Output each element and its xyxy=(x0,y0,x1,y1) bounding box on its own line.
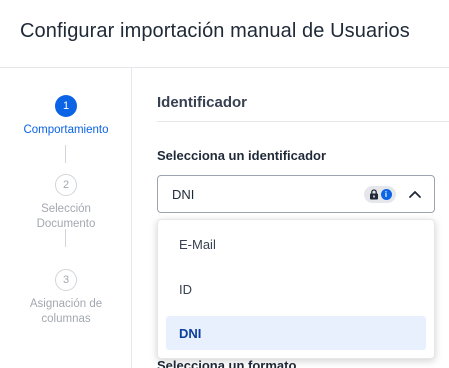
stepper: 1 Comportamiento 2 Selección Documento 3… xyxy=(0,68,132,368)
step-number: 1 xyxy=(55,95,77,117)
step-label: Comportamiento xyxy=(23,124,109,136)
option-label: E-Mail xyxy=(179,237,216,252)
chevron-up-icon[interactable] xyxy=(408,189,422,199)
identifier-dropdown-menu: E-Mail ID DNI xyxy=(157,219,435,359)
info-icon: i xyxy=(380,189,392,200)
identifier-select[interactable]: DNI i xyxy=(157,175,435,213)
dialog-header: Configurar importación manual de Usuario… xyxy=(0,0,449,68)
select-value: DNI xyxy=(172,187,195,202)
option-id[interactable]: ID xyxy=(166,272,426,306)
format-field-label: Selecciona un formato xyxy=(157,358,297,368)
step-label: Selección Documento xyxy=(36,203,96,230)
step-label: Asignación de columnas xyxy=(29,298,103,325)
option-email[interactable]: E-Mail xyxy=(166,227,426,261)
step-number: 3 xyxy=(55,269,77,291)
option-label: ID xyxy=(179,282,192,297)
section-divider xyxy=(157,121,449,122)
main-content: Identificador Selecciona un identificado… xyxy=(157,68,449,368)
section-title: Identificador xyxy=(157,94,248,111)
step-asignacion-columnas[interactable]: 3 Asignación de columnas xyxy=(0,269,132,327)
lock-info-badge[interactable]: i xyxy=(364,186,396,203)
step-connector xyxy=(65,145,66,163)
step-number: 2 xyxy=(55,174,77,196)
step-comportamiento[interactable]: 1 Comportamiento xyxy=(0,95,132,138)
identifier-field-label: Selecciona un identificador xyxy=(157,148,327,163)
option-dni[interactable]: DNI xyxy=(166,316,426,350)
option-label: DNI xyxy=(179,326,202,341)
step-seleccion-documento[interactable]: 2 Selección Documento xyxy=(0,174,132,232)
page-title: Configurar importación manual de Usuario… xyxy=(20,20,410,42)
lock-icon xyxy=(369,189,378,200)
